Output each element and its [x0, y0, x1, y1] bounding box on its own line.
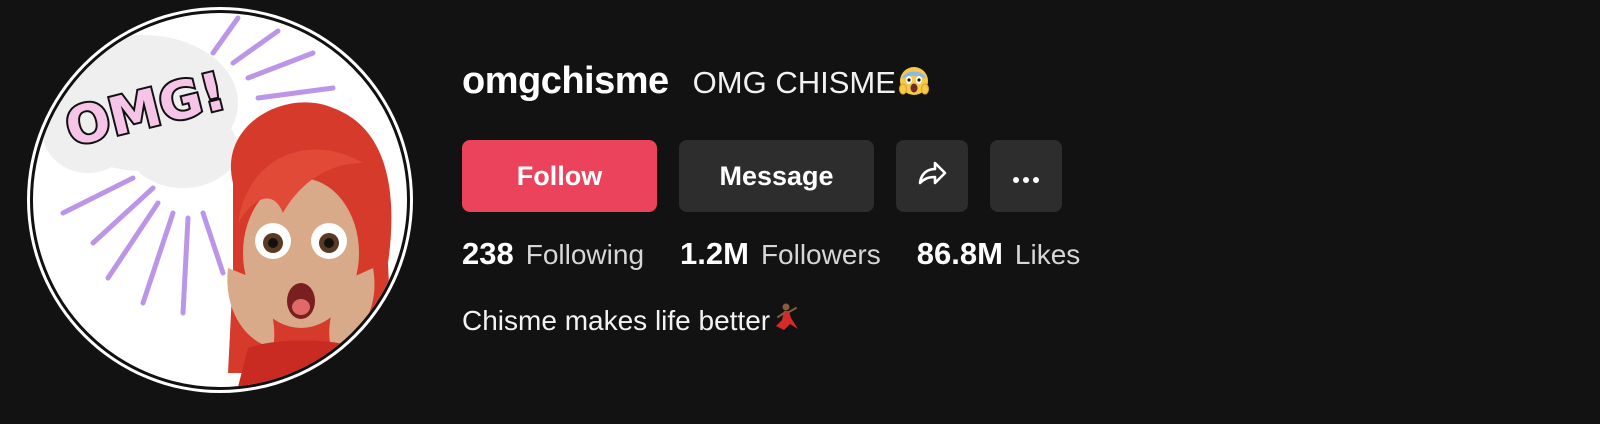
profile-header: OMG! omgchisme OMG CHISME Follow Message… [0, 0, 1600, 424]
message-button[interactable]: Message [679, 140, 874, 212]
follow-button[interactable]: Follow [462, 140, 657, 212]
profile-stats: 238 Following 1.2M Followers 86.8M Likes [462, 236, 1116, 272]
likes-count: 86.8M [916, 236, 1003, 271]
avatar[interactable]: OMG! [30, 10, 410, 390]
more-button[interactable] [990, 140, 1062, 212]
action-buttons: Follow Message [462, 140, 1062, 212]
username: omgchisme [462, 60, 669, 102]
stat-followers[interactable]: 1.2M Followers [680, 236, 881, 272]
share-icon [915, 156, 949, 197]
profile-info: omgchisme OMG CHISME [462, 60, 930, 120]
scream-emoji-icon [898, 65, 930, 105]
followers-count: 1.2M [680, 236, 749, 271]
nickname-text: OMG CHISME [692, 65, 896, 100]
share-button[interactable] [896, 140, 968, 212]
stat-likes: 86.8M Likes [917, 236, 1081, 272]
following-count: 238 [462, 236, 514, 271]
dancer-emoji-icon [772, 302, 800, 339]
following-label: Following [525, 239, 645, 270]
bio-text: Chisme makes life better [462, 304, 771, 336]
name-row: omgchisme OMG CHISME [462, 60, 930, 120]
nickname: OMG CHISME [693, 65, 930, 105]
avatar-illustration: OMG! [43, 15, 393, 387]
more-icon [1011, 161, 1041, 192]
bio: Chisme makes life better [462, 302, 800, 339]
stat-following[interactable]: 238 Following [462, 236, 644, 272]
likes-label: Likes [1014, 239, 1081, 270]
followers-label: Followers [760, 239, 881, 270]
